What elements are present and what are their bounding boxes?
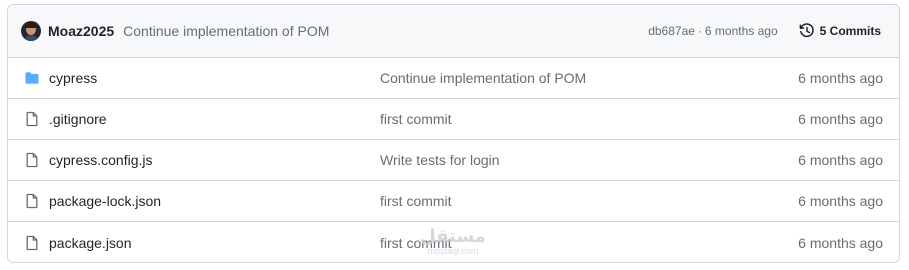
file-commit-age: 6 months ago	[798, 70, 883, 86]
commit-time: 6 months ago	[704, 24, 778, 38]
file-name-link[interactable]: package-lock.json	[49, 193, 380, 209]
file-icon	[24, 111, 40, 127]
latest-commit-message-link[interactable]: Continue implementation of POM	[123, 23, 329, 39]
file-commit-message-link[interactable]: Write tests for login	[380, 152, 798, 168]
file-commit-message-link[interactable]: first commit	[380, 235, 798, 251]
commit-sha-time: db687ae · 6 months ago	[648, 24, 777, 38]
file-name-link[interactable]: .gitignore	[49, 111, 380, 127]
file-row[interactable]: cypress Continue implementation of POM 6…	[8, 58, 899, 99]
commits-count-label: 5 Commits	[819, 24, 881, 38]
file-icon	[24, 193, 40, 209]
file-row[interactable]: .gitignore first commit 6 months ago	[8, 99, 899, 140]
file-commit-age: 6 months ago	[798, 234, 883, 251]
file-row[interactable]: package.json first commit 6 months ago	[8, 222, 899, 262]
file-icon	[24, 152, 40, 168]
history-icon	[799, 23, 814, 38]
file-commit-message-link[interactable]: first commit	[380, 193, 798, 209]
avatar[interactable]	[21, 21, 41, 41]
file-name-link[interactable]: cypress	[49, 70, 380, 86]
file-listing-panel: Moaz2025 Continue implementation of POM …	[7, 4, 900, 263]
folder-icon	[24, 70, 40, 86]
commits-history-button[interactable]: 5 Commits	[793, 19, 887, 43]
separator-dot: ·	[697, 24, 702, 38]
file-commit-message-link[interactable]: Continue implementation of POM	[380, 70, 798, 86]
avatar-hair	[25, 22, 37, 28]
file-commit-age: 6 months ago	[798, 152, 883, 168]
file-row[interactable]: cypress.config.js Write tests for login …	[8, 140, 899, 181]
avatar-body	[23, 35, 39, 41]
file-name-link[interactable]: cypress.config.js	[49, 152, 380, 168]
file-row[interactable]: package-lock.json first commit 6 months …	[8, 181, 899, 222]
file-name-link[interactable]: package.json	[49, 235, 380, 251]
file-icon	[24, 235, 40, 251]
file-commit-message-link[interactable]: first commit	[380, 111, 798, 127]
file-commit-age: 6 months ago	[798, 111, 883, 127]
commit-author-link[interactable]: Moaz2025	[48, 23, 114, 39]
file-commit-age: 6 months ago	[798, 193, 883, 209]
commit-sha-link[interactable]: db687ae	[648, 24, 695, 38]
latest-commit-bar: Moaz2025 Continue implementation of POM …	[8, 5, 899, 58]
